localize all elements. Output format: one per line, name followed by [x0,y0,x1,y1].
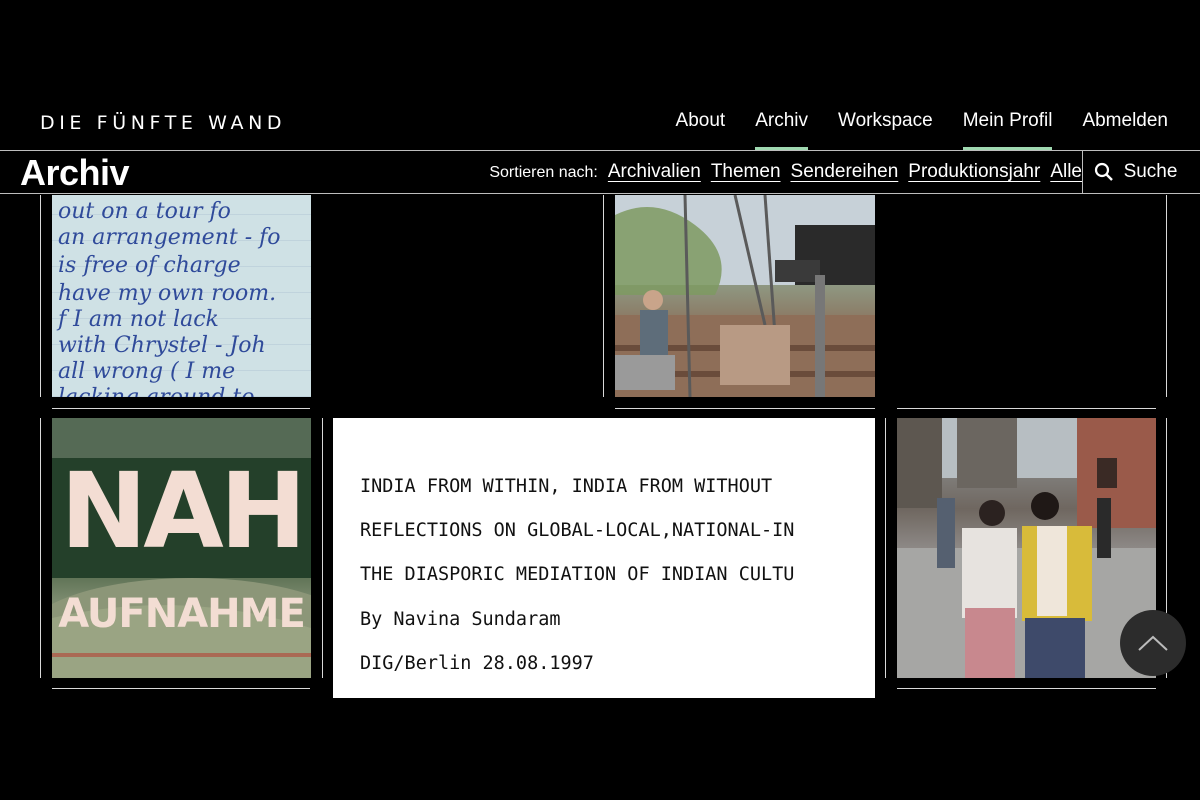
sort-sendereihen[interactable]: Sendereihen [791,161,899,183]
archive-item-nah-aufnahme[interactable]: NAH AUFNAHME [52,418,311,678]
grid-divider [52,688,310,689]
letter-line: f I am not lack [58,307,219,332]
archive-item-document[interactable]: INDIA FROM WITHIN, INDIA FROM WITHOUT RE… [333,418,875,698]
grid-divider [322,418,323,678]
grid-divider [1166,195,1167,397]
film-crew-image [615,195,875,397]
letter-line: out on a tour fo [58,199,231,224]
letter-line: is free of charge [58,253,241,278]
document-line: INDIA FROM WITHIN, INDIA FROM WITHOUT [360,476,773,497]
archive-toolbar: Archiv Sortieren nach: Archivalien Theme… [0,150,1200,194]
letter-line: an arrangement - fo [58,225,281,250]
document-line: By Navina Sundaram [360,609,561,630]
nav-abmelden[interactable]: Abmelden [1082,110,1168,140]
letter-line: lacking around to [58,385,311,397]
grid-divider [885,418,886,678]
nav-mein-profil[interactable]: Mein Profil [962,110,1052,151]
scroll-to-top-button[interactable] [1120,610,1186,676]
search-button[interactable]: Suche [1082,151,1188,193]
grid-divider [897,408,1156,409]
grid-divider [897,688,1156,689]
archive-item-street-photo[interactable] [897,418,1156,678]
grid-divider [603,195,604,397]
grid-divider [52,408,310,409]
search-label: Suche [1123,161,1178,182]
sort-options: Sortieren nach: Archivalien Themen Sende… [489,161,1082,183]
sort-produktionsjahr[interactable]: Produktionsjahr [908,161,1040,183]
grid-divider [40,418,41,678]
sort-alle[interactable]: Alle [1050,161,1082,183]
search-icon [1094,162,1113,181]
letter-line: with Chrystel - Joh [58,333,266,358]
page-title: Archiv [20,152,130,193]
document-line: THE DIASPORIC MEDIATION OF INDIAN CULTU [360,564,795,585]
chevron-up-icon [1138,635,1168,651]
site-title[interactable]: DIE FÜNFTE WAND [40,112,286,134]
letter-line: all wrong ( I me [58,359,236,384]
archive-item-letter[interactable]: out on a tour fo an arrangement - fo is … [52,195,311,397]
archive-item-film-crew-photo[interactable] [615,195,875,397]
nav-about[interactable]: About [676,110,726,140]
letter-line: have my own room. [58,281,277,306]
sort-archivalien[interactable]: Archivalien [608,161,701,183]
main-nav: About Archiv Workspace Mein Profil Abmel… [676,110,1168,151]
sort-themen[interactable]: Themen [711,161,781,183]
street-image [897,418,1156,678]
sort-label: Sortieren nach: [489,164,598,181]
nav-archiv[interactable]: Archiv [755,110,808,151]
nah-title: NAH [60,450,307,572]
document-line: REFLECTIONS ON GLOBAL-LOCAL,NATIONAL-IN [360,520,795,541]
aufnahme-title: AUFNAHME [58,591,306,637]
grid-divider [615,408,875,409]
document-line: DIG/Berlin 28.08.1997 [360,653,594,674]
grid-divider [40,195,41,397]
nav-workspace[interactable]: Workspace [838,110,933,140]
